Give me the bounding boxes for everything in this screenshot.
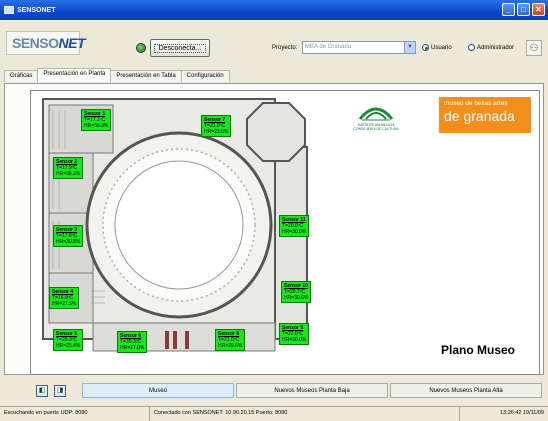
title-bar: SENSONET _ □ ✕: [0, 0, 548, 20]
connection-status-icon: [136, 43, 146, 53]
status-datetime: 13:26:42 19/11/09: [500, 410, 544, 416]
bottom-navigation: ◧ ◨ Museo Nuevos Museos Planta Baja Nuev…: [4, 380, 544, 402]
sensor-3[interactable]: Sensor 3 T=17.8ºC HR=30.8%: [53, 225, 84, 247]
floor-button-planta-alta[interactable]: Nuevos Museos Planta Alta: [390, 383, 542, 398]
status-listening: Escuchando en puerto UDP: 8080: [0, 407, 150, 421]
junta-emblem-icon: [358, 107, 394, 121]
project-label: Proyecto:: [272, 45, 298, 51]
next-icon[interactable]: ◨: [54, 385, 66, 397]
disconnect-button[interactable]: Desconecta...: [150, 39, 210, 57]
museo-bellas-artes-logo: museo de bellas artes de granada: [439, 97, 531, 133]
floor-button-museo[interactable]: Museo: [82, 383, 234, 398]
status-bar: Escuchando en puerto UDP: 8080 Conectado…: [0, 406, 548, 421]
sensor-5[interactable]: Sensor 5 T=20.3ºC HR=25.4%: [53, 329, 84, 351]
previous-icon[interactable]: ◧: [36, 385, 48, 397]
minimize-button[interactable]: _: [502, 3, 515, 16]
floor-plan-view: Sensor 1 T=17.1ºC HR=36.3% Sensor 2 T=17…: [30, 90, 540, 375]
sensor-6[interactable]: Sensor 6 T=20.3ºC HR=27.0%: [117, 331, 148, 353]
tab-presentacion-tabla[interactable]: Presentación en Tabla: [110, 70, 182, 82]
role-user-radio[interactable]: Usuario: [422, 44, 452, 51]
maximize-button[interactable]: □: [517, 3, 530, 16]
tab-strip: Gráficas Presentación en Planta Presenta…: [4, 68, 230, 82]
project-select[interactable]: MBA de Granada ▼: [302, 41, 416, 54]
radio-unchecked-icon[interactable]: [468, 44, 475, 51]
app-icon: [4, 6, 14, 14]
sensor-4[interactable]: Sensor 4 T=16.9ºC HR=27.5%: [49, 287, 80, 309]
status-connection: Conectado con SENSONET: 10.90.20.15 Puer…: [150, 407, 460, 421]
floor-button-planta-baja[interactable]: Nuevos Museos Planta Baja: [236, 383, 388, 398]
sensor-11[interactable]: Sensor 11 T=20.0ºC HR=30.0%: [279, 215, 310, 237]
plan-title: Plano Museo: [441, 343, 516, 357]
sensor-10[interactable]: Sensor 10 T=20.7ºC HR=30.6%: [281, 281, 312, 303]
tab-configuracion[interactable]: Configuración: [180, 70, 230, 82]
window-title: SENSONET: [17, 6, 56, 14]
sensonet-logo: SENSONET: [6, 31, 86, 55]
sensor-9[interactable]: Sensor 9 T=22.0ºC HR=30.0%: [279, 323, 310, 345]
close-button[interactable]: ✕: [532, 3, 545, 16]
chevron-down-icon[interactable]: ▼: [404, 42, 415, 53]
radio-checked-icon[interactable]: [422, 44, 429, 51]
sensor-7[interactable]: Sensor 7 T=21.0ºC HR=23.6%: [201, 115, 232, 137]
role-admin-radio[interactable]: Administrador: [468, 44, 514, 51]
tab-graficas[interactable]: Gráficas: [4, 70, 39, 82]
tab-presentacion-planta[interactable]: Presentación en Planta: [37, 68, 112, 82]
toolbar: SENSONET Desconecta... Proyecto: MBA de …: [0, 20, 548, 68]
users-icon[interactable]: ⚇: [526, 40, 542, 56]
junta-andalucia-logo: JUNTA DE ANDALUCIA CONSEJERÍA DE CULTURA: [351, 101, 401, 131]
sensor-2[interactable]: Sensor 2 T=17.9ºC HR=36.2%: [53, 157, 84, 179]
sensor-1[interactable]: Sensor 1 T=17.1ºC HR=36.3%: [81, 109, 112, 131]
sensor-8[interactable]: Sensor 8 T=21.0ºC HR=29.6%: [215, 329, 246, 351]
